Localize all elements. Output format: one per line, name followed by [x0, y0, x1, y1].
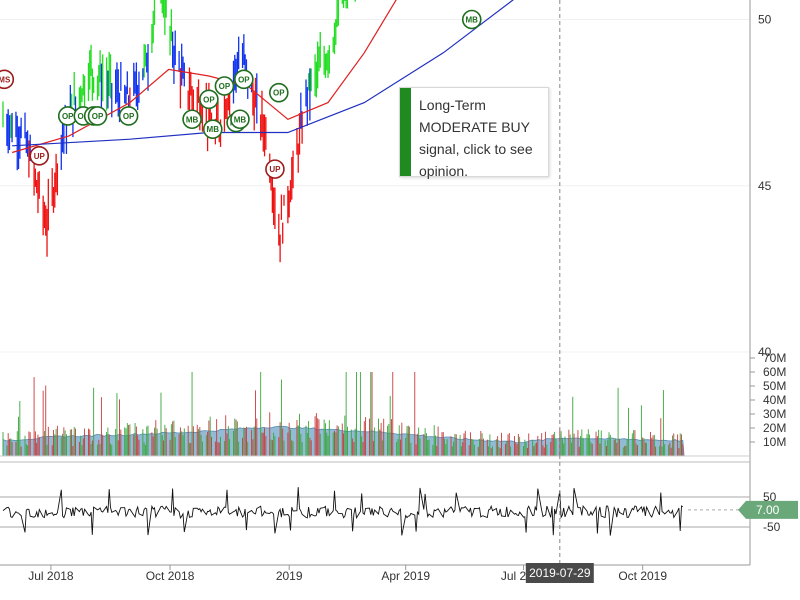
signal-marker-op[interactable]: OP	[199, 89, 219, 110]
volume-tick-label: 30M	[763, 407, 786, 421]
volume-tick-label: 20M	[763, 421, 786, 435]
volume-panel: 70M60M50M40M30M20M10M	[0, 351, 786, 457]
volume-tick-label: 60M	[763, 365, 786, 379]
volume-tick-label: 10M	[763, 435, 786, 449]
oscillator-line	[2, 487, 684, 536]
date-tick-label: Oct 2019	[618, 569, 667, 583]
signal-label: MS	[0, 75, 11, 84]
signal-label: OP	[238, 75, 250, 84]
price-axis: 6055504540	[749, 0, 772, 565]
signal-tooltip[interactable]: Long-Term MODERATE BUY signal, click to …	[399, 87, 549, 179]
signal-marker-mb[interactable]: MB	[182, 109, 202, 130]
moving-average-line	[12, 0, 514, 147]
signal-marker-mb[interactable]: MB	[230, 109, 250, 130]
signal-marker-ms[interactable]: MS	[0, 69, 15, 90]
volume-tick-label: 70M	[763, 351, 786, 365]
signal-label: UP	[269, 165, 281, 174]
price-gridlines	[0, 19, 750, 353]
signal-label: UP	[34, 152, 46, 161]
crosshair-date-tag: 2019-07-29	[525, 563, 594, 583]
moving-averages	[11, 0, 514, 154]
signal-label: MB	[207, 125, 220, 134]
signal-label: OP	[203, 95, 215, 104]
date-tick-label: Jul 2018	[28, 569, 74, 583]
signal-marker-up[interactable]: UP	[265, 159, 285, 179]
signal-label: MB	[466, 16, 479, 25]
price-bars	[2, 0, 356, 263]
oscillator-value-tag-text: 7.00	[756, 503, 780, 517]
signal-marker-op[interactable]: OP	[269, 82, 289, 103]
signal-label: OP	[123, 112, 135, 121]
tooltip-text: Long-Term MODERATE BUY signal, click to …	[419, 97, 533, 179]
price-panel: R2R1S1S2 MSUPOPOPOPOPOPMBOPMBOPMBMBOPUPO…	[0, 0, 772, 565]
oscillator-series	[2, 487, 684, 536]
price-tick-label: 45	[758, 179, 772, 193]
signal-marker-op[interactable]: OP	[118, 106, 139, 126]
signal-label: OP	[273, 89, 285, 98]
tooltip-accent-bar	[400, 88, 411, 176]
oscillator-value-tag: 7.00	[738, 500, 798, 519]
oscillator-panel: 50-50	[0, 461, 781, 566]
signal-marker-op[interactable]: OP	[87, 106, 108, 126]
oscillator-tick-label: -50	[763, 520, 781, 534]
crosshair-date-text: 2019-07-29	[529, 566, 591, 580]
volume-tick-label: 50M	[763, 379, 786, 393]
date-tick-label: 2019	[276, 569, 303, 583]
crosshair	[559, 0, 750, 565]
signal-label: OP	[92, 112, 104, 121]
price-tick-label: 50	[758, 13, 772, 27]
signal-marker-mb[interactable]: MB	[461, 9, 482, 30]
moving-average-line	[11, 0, 397, 154]
date-axis: Jul 2018 Oct 2018 2019 Apr 2019 Jul 2019 Oct …	[0, 564, 750, 583]
signal-label: OP	[219, 82, 231, 91]
value-tags: 56.6155.007.002019-07-29	[525, 500, 798, 583]
signal-marker-op[interactable]: OP	[214, 76, 235, 96]
signal-marker-op[interactable]: OP	[234, 69, 254, 90]
signal-label: OP	[62, 112, 74, 121]
signal-marker-up[interactable]: UP	[29, 146, 50, 166]
signal-label: MB	[186, 115, 199, 124]
signal-marker-mb[interactable]: MB	[202, 119, 223, 140]
volume-tick-label: 40M	[763, 393, 786, 407]
date-tick-label: Apr 2019	[381, 569, 430, 583]
date-tick-label: Oct 2018	[146, 569, 195, 583]
signal-label: MB	[234, 115, 247, 124]
